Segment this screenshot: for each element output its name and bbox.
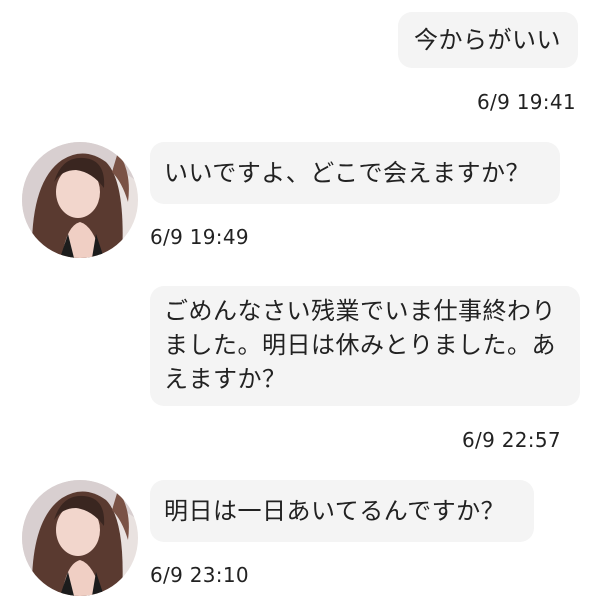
message-timestamp: 6/9 19:49 (150, 225, 249, 249)
avatar-photo-icon (22, 480, 138, 596)
contact-avatar[interactable] (22, 142, 138, 258)
message-bubble-incoming[interactable]: ごめんなさい残業でいま仕事終わりました。明日は休みとりました。あえますか？ (150, 286, 580, 406)
message-timestamp: 6/9 19:41 (477, 90, 576, 114)
contact-avatar[interactable] (22, 480, 138, 596)
message-bubble-incoming[interactable]: いいですよ、どこで会えますか？ (150, 142, 560, 204)
message-timestamp: 6/9 23:10 (150, 563, 249, 587)
message-bubble-incoming[interactable]: 明日は一日あいてるんですか？ (150, 480, 534, 542)
message-bubble-outgoing[interactable]: 今からがいい (398, 12, 578, 68)
message-text: 明日は一日あいてるんですか？ (164, 497, 506, 525)
avatar-photo-icon (22, 142, 138, 258)
message-text: 今からがいい (414, 26, 561, 54)
message-text: いいですよ、どこで会えますか？ (164, 159, 531, 187)
message-text: ごめんなさい残業でいま仕事終わりました。明日は休みとりました。あえますか？ (164, 297, 556, 393)
message-timestamp: 6/9 22:57 (462, 428, 561, 452)
